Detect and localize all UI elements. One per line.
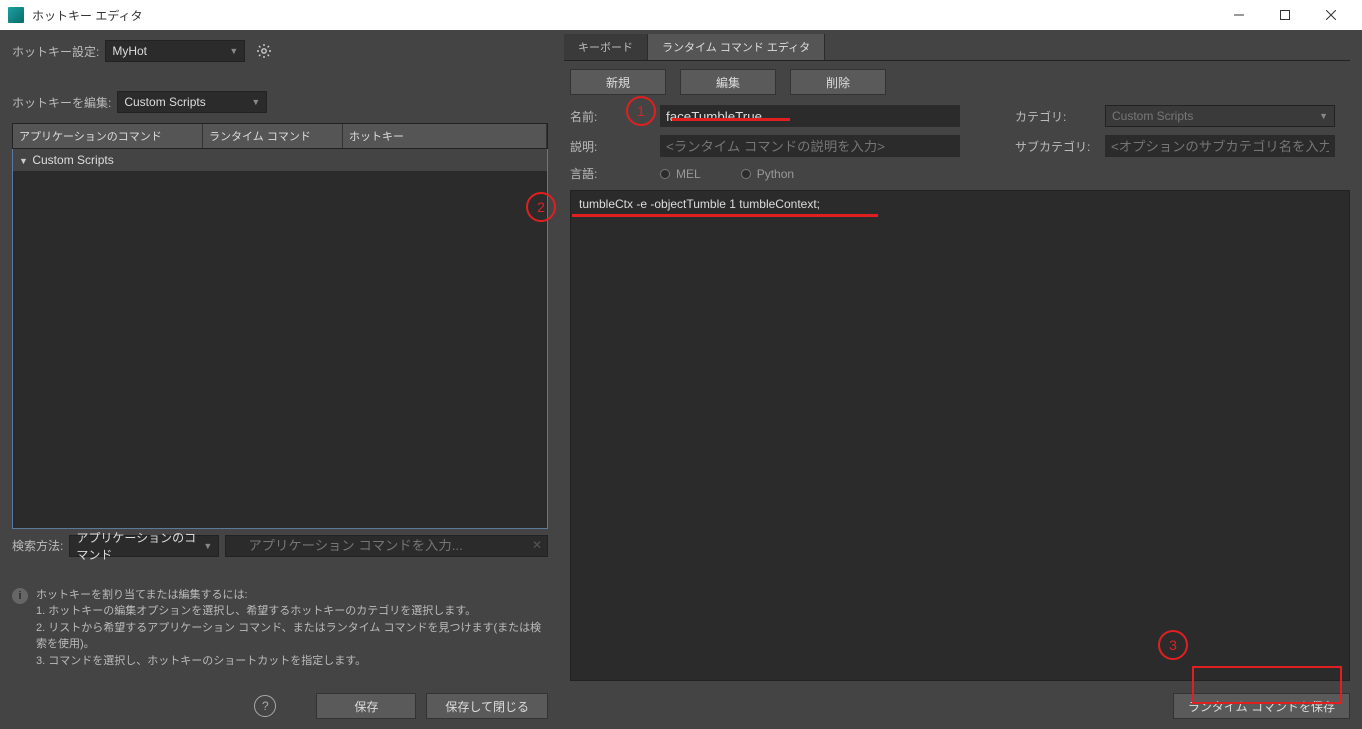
hotkey-set-select[interactable]: MyHot ▼ — [105, 40, 245, 62]
subcategory-input[interactable] — [1105, 135, 1335, 157]
radio-dot-icon — [741, 169, 751, 179]
search-wrap: 🔍 ✕ — [225, 535, 548, 557]
chevron-down-icon: ▼ — [1319, 111, 1328, 121]
left-panel: ホットキー設定: MyHot ▼ ホットキーを編集: Custom Script… — [0, 30, 560, 729]
tree-item-custom-scripts[interactable]: ▼ Custom Scripts — [13, 149, 547, 171]
category-label: カテゴリ: — [1015, 108, 1105, 125]
col-hotkey[interactable]: ホットキー — [343, 124, 547, 148]
tree-item-label: Custom Scripts — [32, 153, 113, 167]
bottom-button-row: ? 保存 保存して閉じる — [12, 693, 548, 719]
name-label: 名前: — [570, 108, 660, 125]
col-runtime-command[interactable]: ランタイム コマンド — [203, 124, 343, 148]
tab-keyboard[interactable]: キーボード — [564, 34, 648, 60]
search-method-value: アプリケーションのコマンド — [76, 529, 197, 563]
description-label: 説明: — [570, 138, 660, 155]
category-select[interactable]: Custom Scripts ▼ — [1105, 105, 1335, 127]
window-title: ホットキー エディタ — [32, 7, 1216, 24]
radio-dot-icon — [660, 169, 670, 179]
maximize-icon — [1280, 10, 1290, 20]
maximize-button[interactable] — [1262, 0, 1308, 30]
code-editor[interactable]: tumbleCtx -e -objectTumble 1 tumbleConte… — [570, 190, 1350, 681]
edit-hotkey-label: ホットキーを編集: — [12, 94, 111, 111]
search-row: 検索方法: アプリケーションのコマンド ▼ 🔍 ✕ — [12, 535, 548, 557]
help-block: i ホットキーを割り当てまたは編集するには: 1. ホットキーの編集オプションを… — [12, 587, 548, 670]
edit-hotkey-value: Custom Scripts — [124, 95, 205, 109]
runtime-action-buttons: 新規 編集 削除 — [564, 69, 1350, 95]
new-button[interactable]: 新規 — [570, 69, 666, 95]
tree-collapse-icon: ▼ — [19, 156, 29, 166]
help-line-3: 3. コマンドを選択し、ホットキーのショートカットを指定します。 — [36, 653, 548, 670]
edit-hotkey-select[interactable]: Custom Scripts ▼ — [117, 91, 267, 113]
col-app-command[interactable]: アプリケーションのコマンド — [13, 124, 203, 148]
search-method-label: 検索方法: — [12, 537, 63, 554]
save-runtime-button[interactable]: ランタイム コマンドを保存 — [1173, 693, 1350, 719]
close-button[interactable] — [1308, 0, 1354, 30]
subcategory-label: サブカテゴリ: — [1015, 138, 1105, 155]
help-line-2: 2. リストから希望するアプリケーション コマンド、またはランタイム コマンドを… — [36, 620, 548, 653]
hotkey-set-label: ホットキー設定: — [12, 43, 99, 60]
close-icon — [1326, 10, 1336, 20]
code-content: tumbleCtx -e -objectTumble 1 tumbleConte… — [579, 197, 820, 211]
help-title: ホットキーを割り当てまたは編集するには: — [36, 587, 548, 604]
edit-hotkey-row: ホットキーを編集: Custom Scripts ▼ — [12, 91, 548, 113]
chevron-down-icon: ▼ — [251, 97, 260, 107]
save-close-button[interactable]: 保存して閉じる — [426, 693, 548, 719]
category-value: Custom Scripts — [1112, 109, 1193, 123]
command-tree[interactable]: ▼ Custom Scripts — [12, 149, 548, 528]
right-panel: キーボード ランタイム コマンド エディタ 新規 編集 削除 名前: カテゴリ:… — [560, 30, 1362, 729]
search-method-select[interactable]: アプリケーションのコマンド ▼ — [69, 535, 219, 557]
hotkey-set-row: ホットキー設定: MyHot ▼ — [12, 40, 548, 62]
hotkey-set-value: MyHot — [112, 44, 147, 58]
gear-icon — [256, 43, 272, 59]
name-row: 名前: カテゴリ: Custom Scripts ▼ — [564, 105, 1350, 127]
language-row: 言語: MEL Python — [564, 165, 1350, 182]
save-button[interactable]: 保存 — [316, 693, 416, 719]
chevron-down-icon: ▼ — [203, 541, 212, 551]
info-icon: i — [12, 588, 28, 604]
description-row: 説明: サブカテゴリ: — [564, 135, 1350, 157]
command-table-header: アプリケーションのコマンド ランタイム コマンド ホットキー — [12, 123, 548, 149]
search-input[interactable] — [225, 535, 548, 557]
title-bar: ホットキー エディタ — [0, 0, 1362, 30]
language-label: 言語: — [570, 165, 660, 182]
radio-mel[interactable]: MEL — [660, 167, 701, 181]
help-button[interactable]: ? — [254, 695, 276, 717]
chevron-down-icon: ▼ — [229, 46, 238, 56]
delete-button[interactable]: 削除 — [790, 69, 886, 95]
minimize-button[interactable] — [1216, 0, 1262, 30]
right-tabs: キーボード ランタイム コマンド エディタ — [564, 34, 1350, 61]
description-input[interactable] — [660, 135, 960, 157]
minimize-icon — [1234, 10, 1244, 20]
name-input[interactable] — [660, 105, 960, 127]
edit-button[interactable]: 編集 — [680, 69, 776, 95]
tab-runtime-editor[interactable]: ランタイム コマンド エディタ — [648, 34, 825, 60]
radio-python[interactable]: Python — [741, 167, 794, 181]
app-icon — [8, 7, 24, 23]
settings-gear-button[interactable] — [253, 40, 275, 62]
help-line-1: 1. ホットキーの編集オプションを選択し、希望するホットキーのカテゴリを選択しま… — [36, 603, 548, 620]
main-content: ホットキー設定: MyHot ▼ ホットキーを編集: Custom Script… — [0, 30, 1362, 729]
help-text: ホットキーを割り当てまたは編集するには: 1. ホットキーの編集オプションを選択… — [36, 587, 548, 670]
save-runtime-row: ランタイム コマンドを保存 — [564, 693, 1350, 719]
clear-search-icon[interactable]: ✕ — [532, 538, 542, 552]
